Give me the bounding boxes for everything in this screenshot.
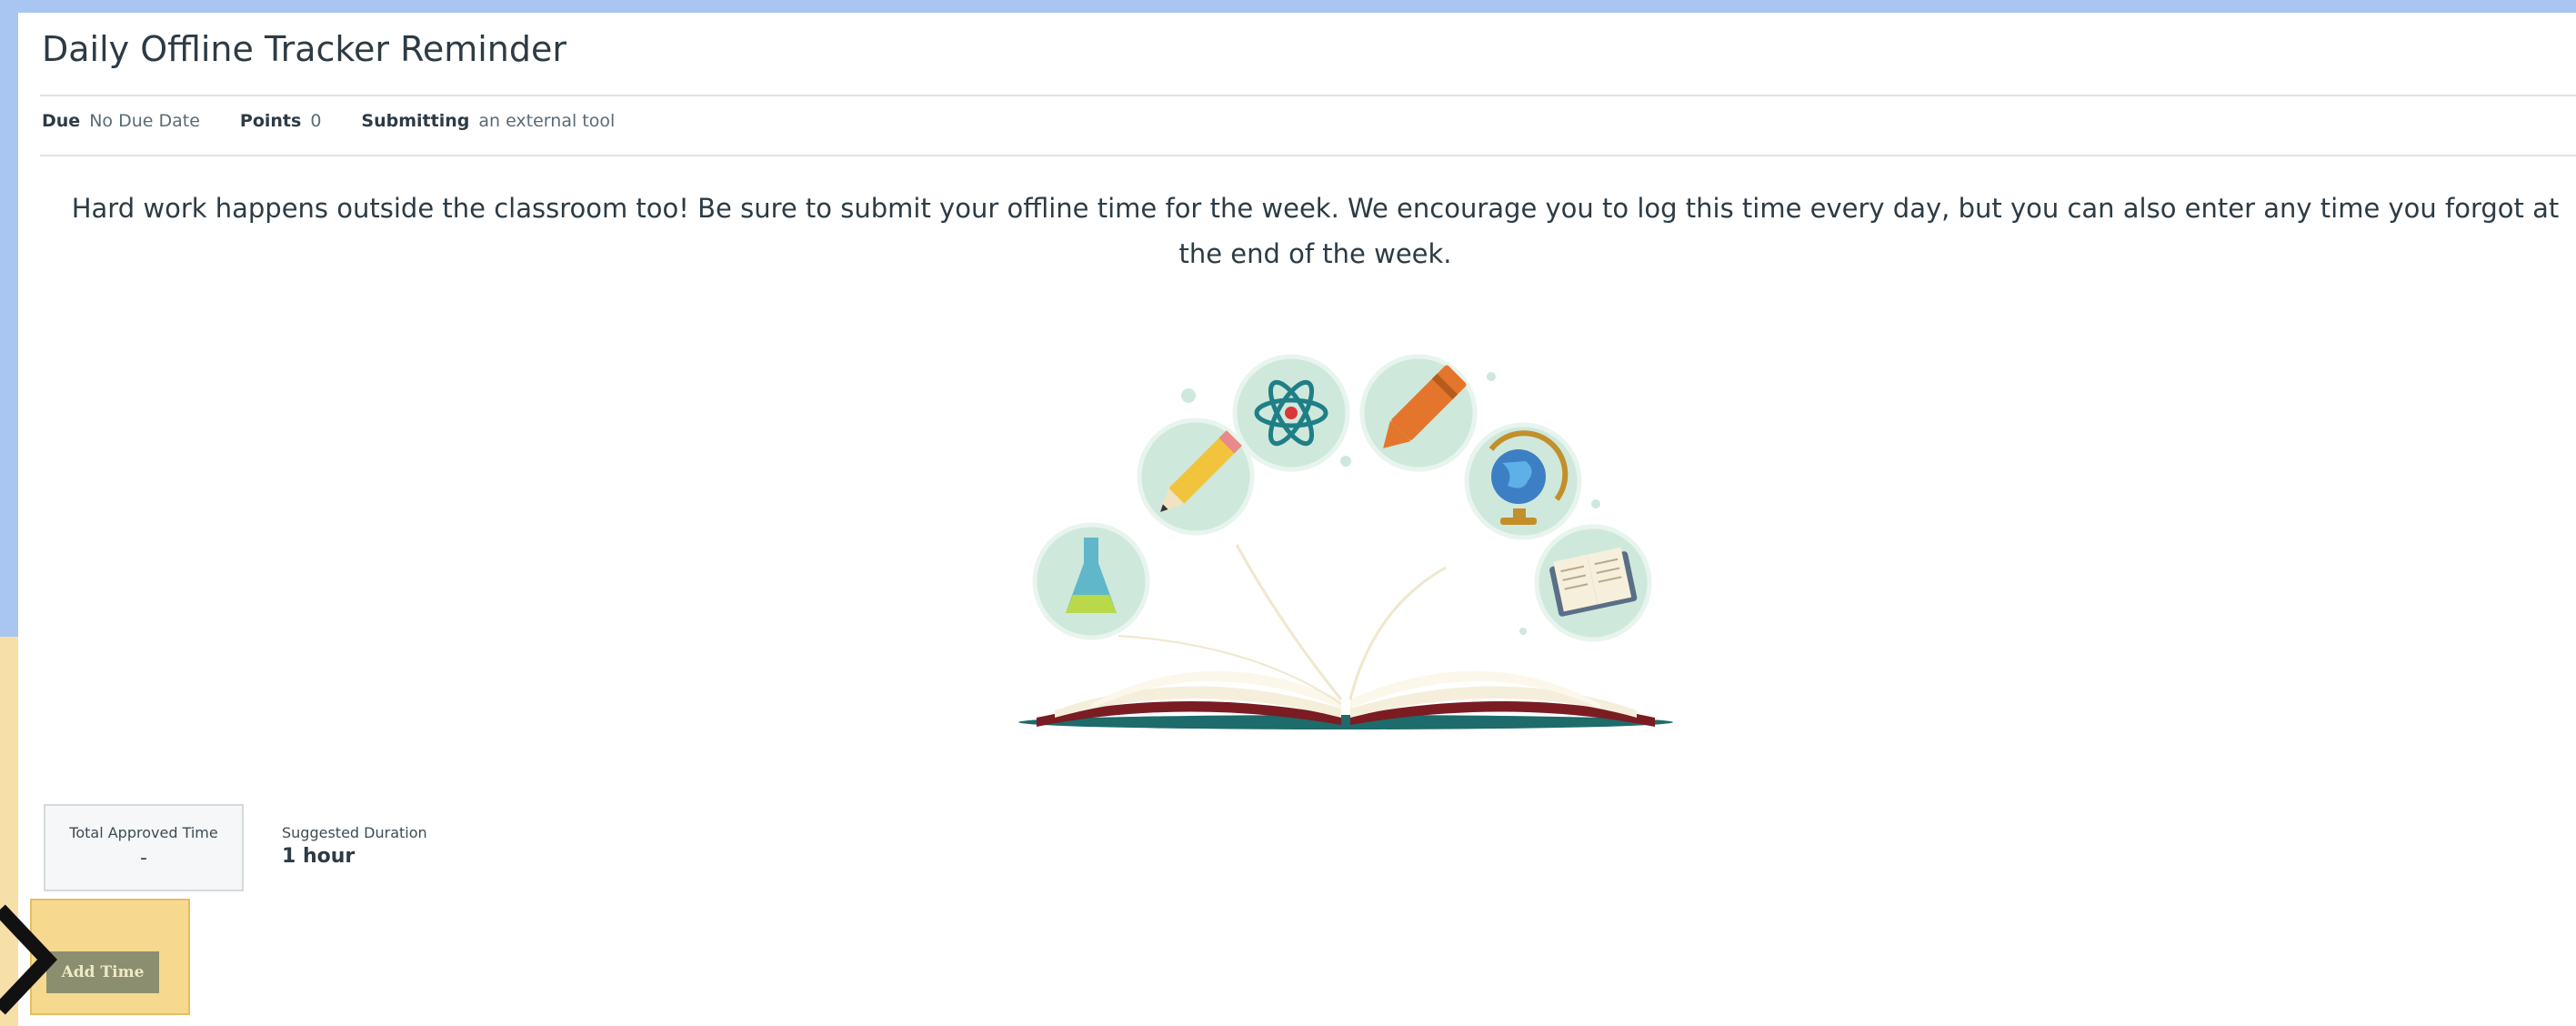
divider	[40, 95, 2576, 96]
sparkle-dot	[1487, 372, 1496, 381]
sparkle-dot	[1340, 456, 1351, 467]
globe-icon	[1464, 422, 1582, 540]
sparkle-dot	[1591, 499, 1600, 508]
page-title: Daily Offline Tracker Reminder	[42, 29, 566, 69]
book-illustration	[1018, 354, 1673, 729]
due-value: No Due Date	[89, 111, 200, 131]
sparkle-dot	[1181, 388, 1196, 403]
sparkle-dot	[1519, 628, 1527, 635]
flask-icon	[1032, 522, 1150, 640]
submitting-value: an external tool	[478, 111, 616, 131]
suggested-duration-value: 1 hour	[282, 845, 356, 868]
window-frame-top	[0, 0, 2576, 13]
pointer-arrow-icon	[0, 904, 58, 1015]
approved-time-label: Total Approved Time	[69, 824, 218, 841]
points-label: Points	[239, 111, 302, 131]
divider	[40, 155, 2576, 156]
small-book-icon	[1534, 524, 1652, 642]
atom-icon	[1232, 354, 1350, 472]
submitting-label: Submitting	[361, 111, 470, 131]
assignment-details: Due No Due Date Points 0 Submitting an extern…	[42, 111, 655, 131]
total-approved-time-card: Total Approved Time -	[44, 804, 244, 891]
window-frame-left	[0, 0, 18, 637]
assignment-page: Daily Offline Tracker Reminder Due No Due…	[36, 13, 2576, 1026]
points-value: 0	[310, 111, 322, 131]
approved-time-value: -	[140, 847, 147, 870]
suggested-duration-label: Suggested Duration	[282, 824, 427, 841]
suggested-duration: Suggested Duration 1 hour	[282, 824, 427, 868]
assignment-description: Hard work happens outside the classroom …	[71, 193, 2560, 269]
pencil-icon	[1137, 417, 1255, 536]
due-label: Due	[42, 111, 81, 131]
crayon-icon	[1359, 354, 1478, 472]
